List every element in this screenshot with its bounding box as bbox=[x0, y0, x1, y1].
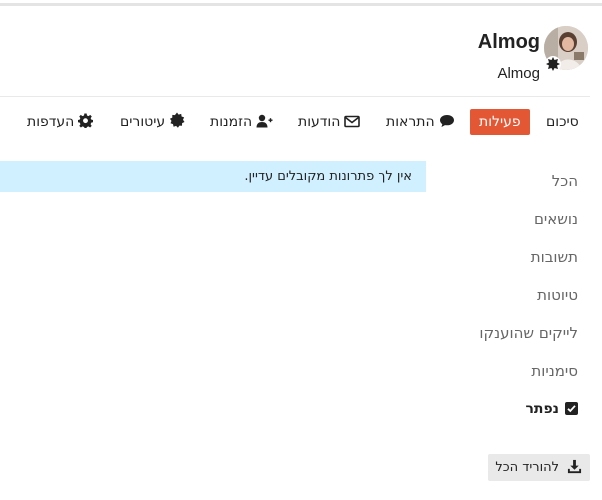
filter-drafts[interactable]: טיוטות bbox=[537, 286, 578, 304]
filter-likes-given[interactable]: לייקים שהוענקו bbox=[479, 324, 578, 342]
tab-activity-label: פעילות bbox=[479, 114, 521, 130]
filter-solved[interactable]: נפתר bbox=[525, 401, 578, 417]
filter-solved-label: נפתר bbox=[525, 401, 559, 417]
tab-preferences-label: העדפות bbox=[27, 114, 75, 130]
filter-topics[interactable]: נושאים bbox=[534, 210, 578, 228]
check-square-icon bbox=[565, 402, 578, 415]
no-solutions-alert: אין לך פתרונות מקובלים עדיין. bbox=[0, 161, 426, 192]
header-divider bbox=[0, 96, 590, 97]
tab-messages-label: הודעות bbox=[298, 114, 341, 130]
tab-messages[interactable]: הודעות bbox=[298, 109, 361, 135]
download-all-button[interactable]: להוריד הכל bbox=[488, 454, 590, 481]
download-all-label: להוריד הכל bbox=[495, 460, 559, 475]
filter-all[interactable]: הכל bbox=[552, 172, 578, 190]
tab-badges-label: עיטורים bbox=[120, 114, 166, 130]
tab-notifications-label: התראות bbox=[386, 114, 435, 130]
gear-icon bbox=[78, 113, 94, 128]
tab-invites-label: הזמנות bbox=[210, 114, 253, 130]
filter-replies[interactable]: תשובות bbox=[531, 248, 578, 266]
tab-activity[interactable]: פעילות bbox=[470, 109, 530, 135]
download-icon bbox=[567, 459, 582, 474]
tab-badges[interactable]: עיטורים bbox=[120, 109, 185, 135]
username: Almog bbox=[477, 31, 540, 53]
alert-text: אין לך פתרונות מקובלים עדיין. bbox=[244, 169, 412, 184]
comment-icon bbox=[439, 115, 454, 127]
moderator-badge-icon bbox=[544, 55, 562, 73]
tab-notifications[interactable]: התראות bbox=[386, 109, 455, 135]
tab-preferences[interactable]: העדפות bbox=[27, 109, 94, 135]
certificate-icon bbox=[170, 112, 185, 128]
tab-summary[interactable]: סיכום bbox=[546, 109, 579, 135]
full-name: Almog bbox=[497, 65, 540, 82]
envelope-icon bbox=[344, 115, 361, 128]
top-divider bbox=[0, 3, 602, 6]
tab-invites[interactable]: הזמנות bbox=[210, 109, 273, 135]
user-plus-icon bbox=[256, 114, 273, 128]
tab-summary-label: סיכום bbox=[546, 114, 579, 130]
filter-bookmarks[interactable]: סימניות bbox=[531, 362, 578, 380]
